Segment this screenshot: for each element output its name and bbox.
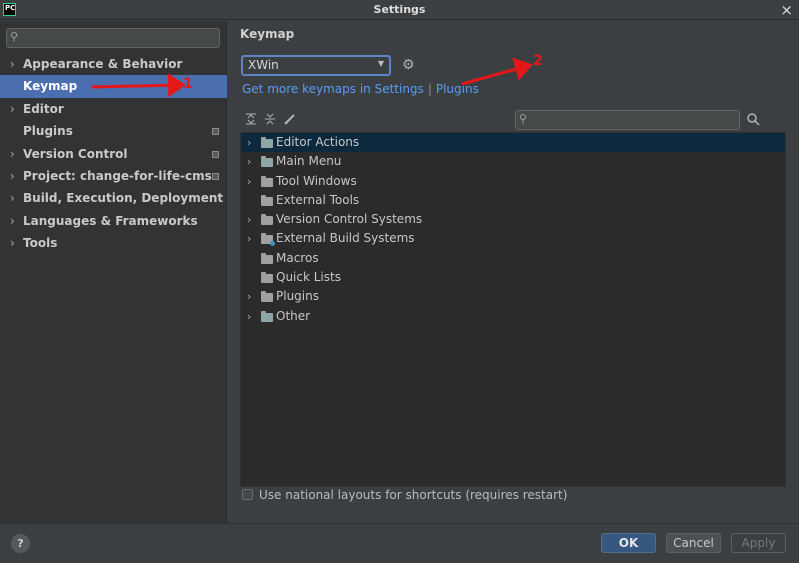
national-layouts-checkbox[interactable] — [242, 489, 253, 500]
action-label: Plugins — [276, 289, 319, 304]
keymap-panel: Keymap XWin ▼ ⚙ Get more keymaps in Sett… — [228, 21, 799, 523]
close-icon[interactable]: × — [780, 1, 793, 19]
action-label: Editor Actions — [276, 135, 360, 149]
title-bar: PC Settings × — [0, 0, 799, 20]
action-row-editor-actions[interactable]: › Editor Actions — [241, 133, 785, 153]
sidebar-item-label: Editor — [23, 101, 64, 116]
page-title: Keymap — [240, 27, 295, 41]
annotation-marker-1: 1 — [183, 76, 193, 92]
project-scope-icon — [212, 128, 219, 136]
search-icon: ⚲ — [519, 112, 528, 125]
help-button[interactable]: ? — [11, 534, 30, 553]
keymap-dropdown-value: XWin — [248, 58, 279, 72]
settings-search-input[interactable]: ⚲ — [6, 28, 220, 48]
chevron-right-icon: › — [10, 168, 15, 183]
search-icon: ⚲ — [10, 30, 19, 43]
chevron-right-icon: › — [10, 213, 15, 228]
collapse-all-icon[interactable] — [264, 113, 278, 127]
editor-actions-icon — [261, 137, 273, 148]
gear-icon[interactable]: ⚙ — [402, 57, 418, 73]
sidebar-item-label: Project: change-for-life-cms — [23, 168, 212, 183]
chevron-right-icon: › — [247, 174, 252, 188]
folder-icon — [261, 252, 273, 264]
folder-icon — [261, 214, 273, 226]
chevron-right-icon: › — [10, 236, 15, 251]
action-label: Other — [276, 308, 311, 323]
settings-sidebar: ⚲ › Appearance & Behavior Keymap › Edito… — [0, 21, 227, 523]
sidebar-item-label: Languages & Frameworks — [23, 213, 198, 228]
action-row-other[interactable]: › Other — [241, 307, 785, 326]
action-row-plugins[interactable]: › Plugins — [241, 287, 785, 306]
main-menu-icon — [261, 156, 273, 168]
action-label: Version Control Systems — [276, 212, 423, 227]
sidebar-item-build[interactable]: › Build, Execution, Deployment — [0, 187, 227, 209]
sidebar-item-keymap[interactable]: Keymap — [0, 75, 227, 98]
find-by-shortcut-icon[interactable] — [746, 112, 762, 128]
chevron-right-icon: › — [10, 101, 15, 116]
keymap-dropdown[interactable]: XWin ▼ — [241, 55, 391, 76]
chevron-right-icon: › — [247, 290, 252, 304]
chevron-right-icon: › — [247, 155, 252, 169]
sidebar-item-label: Version Control — [23, 146, 128, 161]
edit-shortcut-icon[interactable] — [284, 113, 298, 127]
cancel-button[interactable]: Cancel — [666, 533, 721, 553]
actions-search-input[interactable]: ⚲ — [515, 110, 740, 130]
action-row-quick-lists[interactable]: Quick Lists — [241, 268, 785, 287]
action-row-macros[interactable]: Macros — [241, 249, 785, 268]
sidebar-item-plugins[interactable]: Plugins — [0, 120, 227, 142]
chevron-right-icon: › — [247, 213, 252, 227]
actions-tree: › Editor Actions › Main Menu › Tool Wind… — [240, 132, 786, 487]
sidebar-item-label: Tools — [23, 236, 58, 251]
action-label: External Build Systems — [276, 231, 415, 246]
plugins-link[interactable]: Plugins — [436, 82, 479, 96]
keymap-links: Get more keymaps in Settings | Plugins — [242, 82, 479, 96]
build-folder-icon — [261, 233, 275, 247]
action-label: Main Menu — [276, 154, 342, 169]
sidebar-item-editor[interactable]: › Editor — [0, 98, 227, 120]
get-more-keymaps-link[interactable]: Get more keymaps in Settings — [242, 82, 424, 96]
sidebar-item-version-control[interactable]: › Version Control — [0, 143, 227, 165]
chevron-down-icon: ▼ — [377, 59, 384, 68]
action-row-main-menu[interactable]: › Main Menu — [241, 152, 785, 171]
window-title: Settings — [373, 3, 426, 16]
chevron-right-icon: › — [247, 136, 252, 149]
action-label: Quick Lists — [276, 270, 341, 285]
folder-icon — [261, 194, 273, 206]
sidebar-item-project[interactable]: › Project: change-for-life-cms — [0, 165, 227, 187]
action-row-external-tools[interactable]: External Tools — [241, 191, 785, 210]
chevron-right-icon: › — [10, 57, 15, 71]
sidebar-item-appearance[interactable]: › Appearance & Behavior — [0, 53, 227, 75]
chevron-right-icon: › — [10, 146, 15, 161]
annotation-marker-2: 2 — [533, 53, 543, 69]
action-row-tool-windows[interactable]: › Tool Windows — [241, 172, 785, 191]
folder-icon — [261, 291, 273, 303]
folder-icon — [261, 175, 273, 187]
expand-all-icon[interactable] — [245, 113, 259, 127]
action-row-external-build[interactable]: › External Build Systems — [241, 229, 785, 248]
ok-button[interactable]: OK — [601, 533, 656, 553]
apply-button[interactable]: Apply — [731, 533, 786, 553]
sidebar-item-label: Build, Execution, Deployment — [23, 191, 224, 206]
project-scope-icon — [212, 172, 219, 180]
action-label: Macros — [276, 250, 319, 265]
settings-tree: › Appearance & Behavior Keymap › Editor … — [0, 53, 227, 255]
sidebar-item-tools[interactable]: › Tools — [0, 232, 227, 254]
link-separator: | — [427, 82, 432, 96]
project-scope-icon — [212, 150, 219, 158]
chevron-right-icon: › — [247, 309, 252, 323]
sidebar-item-label: Appearance & Behavior — [23, 57, 183, 71]
action-row-vcs[interactable]: › Version Control Systems — [241, 210, 785, 229]
action-label: Tool Windows — [276, 173, 357, 188]
dialog-footer: ? OK Cancel Apply — [0, 523, 799, 563]
national-layouts-label: Use national layouts for shortcuts (requ… — [259, 488, 568, 502]
sidebar-item-label: Keymap — [23, 79, 78, 94]
other-icon — [261, 310, 273, 322]
chevron-right-icon: › — [10, 191, 15, 206]
action-label: External Tools — [276, 192, 360, 207]
sidebar-item-label: Plugins — [23, 124, 73, 139]
chevron-right-icon: › — [247, 232, 252, 246]
sidebar-item-languages[interactable]: › Languages & Frameworks — [0, 210, 227, 232]
folder-icon — [261, 272, 273, 284]
